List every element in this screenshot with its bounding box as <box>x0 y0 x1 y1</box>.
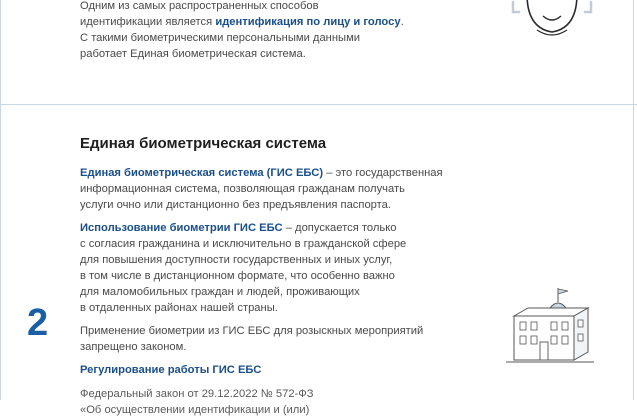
section2-paragraph-3: Применение биометрии из ГИС ЕБС для розы… <box>80 325 424 353</box>
section2-paragraph-2: Использование биометрии ГИС ЕБС – допуск… <box>80 222 407 314</box>
ebs-regulation-link[interactable]: Регулирование работы ГИС ЕБС <box>80 362 450 378</box>
section2-paragraph-1: Единая биометрическая система (ГИС ЕБС) … <box>80 167 443 211</box>
face-scan-icon <box>511 0 593 36</box>
section1-line2: идентификации является идентификация по … <box>80 14 440 30</box>
face-voice-identification-link[interactable]: идентификация по лицу и голосу <box>215 16 400 28</box>
section2-text: Единая биометрическая система (ГИС ЕБС) … <box>80 165 450 418</box>
section-divider <box>0 104 637 105</box>
section2-title: Единая биометрическая система <box>80 135 327 152</box>
section1-line4: работает Единая биометрическая система. <box>80 48 306 60</box>
page: Одним из самых распространенных способов… <box>0 0 637 416</box>
section-number: 2 <box>27 302 49 344</box>
section1-text: Одним из самых распространенных способов… <box>80 0 440 62</box>
section1-line2-prefix: идентификации является <box>80 16 216 28</box>
section1-line1: Одним из самых распространенных способов <box>80 0 319 12</box>
ebs-link[interactable]: Единая биометрическая система (ГИС ЕБС) <box>80 167 323 179</box>
right-border <box>633 0 634 400</box>
section1-line2-suffix: . <box>400 16 404 28</box>
left-border <box>0 0 1 400</box>
section1-line3: С такими биометрическими персональными д… <box>80 32 361 44</box>
law-line-2: «Об осуществлении идентификации и (или) <box>80 404 310 416</box>
biometrics-usage-link[interactable]: Использование биометрии ГИС ЕБС <box>80 222 283 234</box>
government-building-icon <box>506 288 594 363</box>
